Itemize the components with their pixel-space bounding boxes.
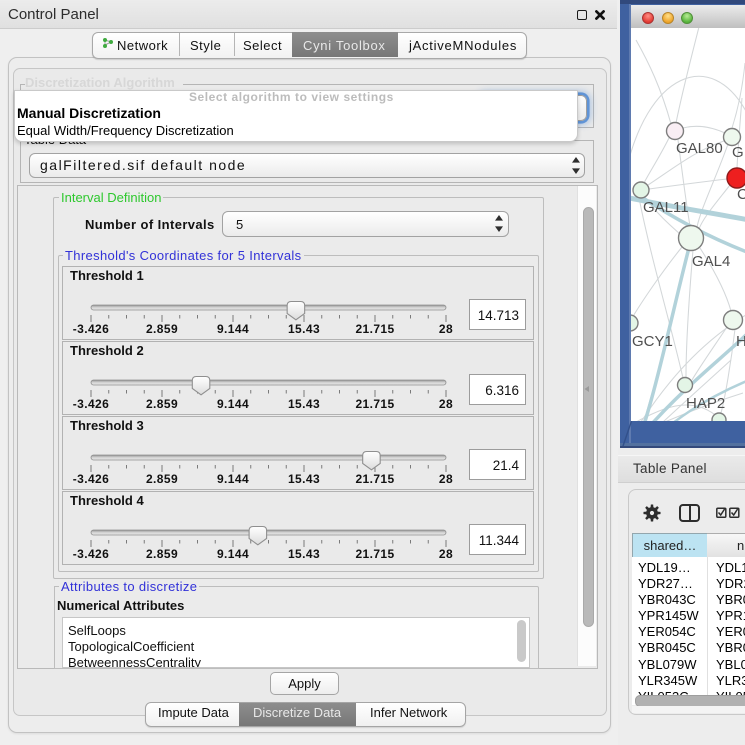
svg-text:2.859: 2.859 xyxy=(146,547,178,561)
svg-text:9.144: 9.144 xyxy=(217,322,249,336)
svg-text:-3.426: -3.426 xyxy=(73,472,109,486)
svg-text:21.715: 21.715 xyxy=(355,472,394,486)
svg-text:28: 28 xyxy=(439,547,453,561)
svg-text:9.144: 9.144 xyxy=(217,397,249,411)
svg-text:9.144: 9.144 xyxy=(217,472,249,486)
svg-text:21.715: 21.715 xyxy=(355,397,394,411)
svg-text:28: 28 xyxy=(439,322,453,336)
svg-text:21.715: 21.715 xyxy=(355,547,394,561)
svg-text:-3.426: -3.426 xyxy=(73,322,109,336)
svg-text:15.43: 15.43 xyxy=(288,322,320,336)
svg-text:2.859: 2.859 xyxy=(146,397,178,411)
svg-text:15.43: 15.43 xyxy=(288,547,320,561)
svg-text:-3.426: -3.426 xyxy=(73,397,109,411)
svg-text:9.144: 9.144 xyxy=(217,547,249,561)
svg-text:28: 28 xyxy=(439,472,453,486)
svg-text:15.43: 15.43 xyxy=(288,472,320,486)
svg-text:21.715: 21.715 xyxy=(355,322,394,336)
svg-text:15.43: 15.43 xyxy=(288,397,320,411)
svg-text:2.859: 2.859 xyxy=(146,472,178,486)
svg-text:-3.426: -3.426 xyxy=(73,547,109,561)
svg-text:2.859: 2.859 xyxy=(146,322,178,336)
svg-text:28: 28 xyxy=(439,397,453,411)
